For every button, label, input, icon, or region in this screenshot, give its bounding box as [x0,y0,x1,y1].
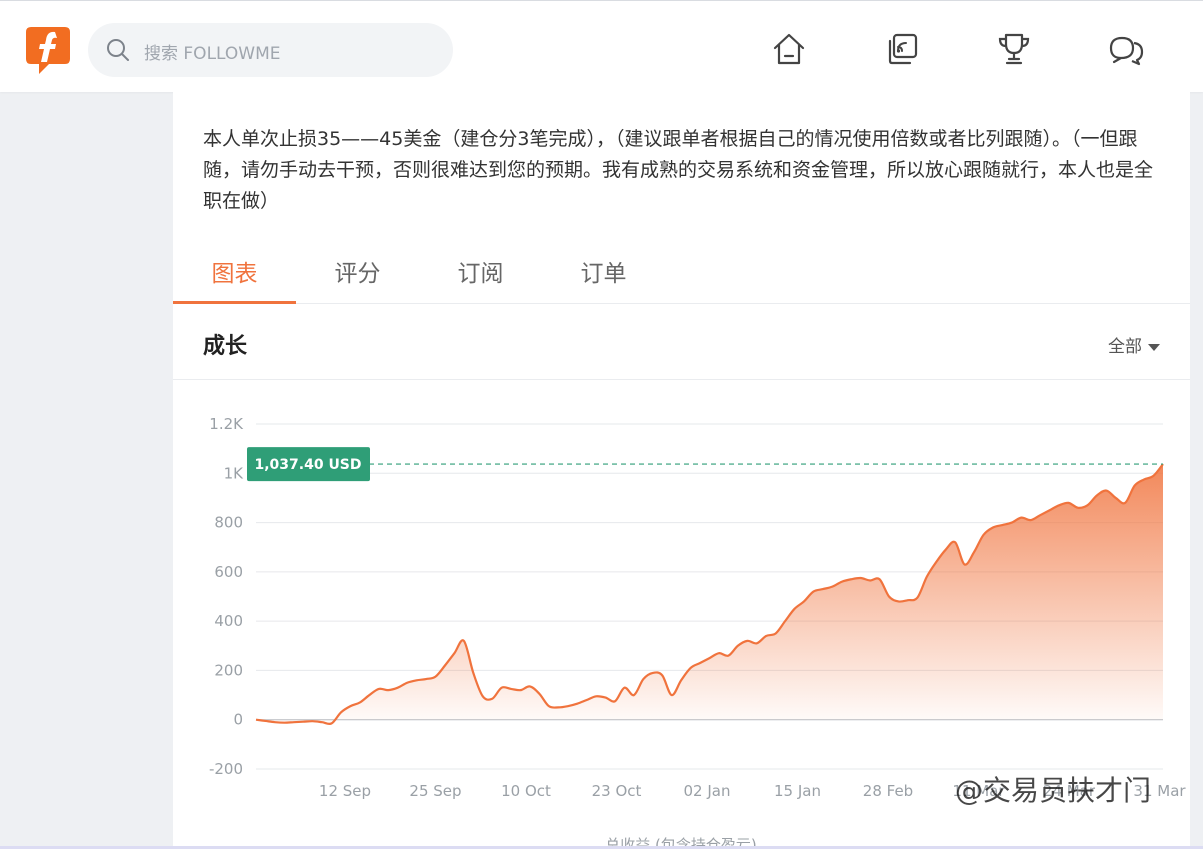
x-tick-label: 15 Jan [774,782,821,800]
x-tick-label: 28 Feb [863,782,913,800]
followme-logo[interactable] [25,24,71,76]
growth-area-fill [256,464,1163,724]
y-tick-label: 600 [214,563,243,581]
y-tick-label: 400 [214,612,243,630]
current-value-badge-text: 1,037.40 USD [254,457,361,473]
x-tick-label: 12 Sep [319,782,371,800]
trophy-icon[interactable] [996,31,1032,67]
y-tick-label: 1.2K [209,415,244,433]
x-tick-label: 25 Sep [409,782,461,800]
search-box[interactable]: 搜索 FOLLOWME [88,23,453,77]
y-tick-label: 0 [233,711,243,729]
x-tick-label: 10 Oct [501,782,551,800]
y-tick-label: -200 [209,760,243,778]
y-tick-label: 800 [214,514,243,532]
copy-trade-icon[interactable] [884,31,920,67]
chat-icon[interactable] [1108,31,1144,67]
home-icon[interactable] [771,31,807,67]
search-icon [107,39,129,61]
x-tick-label: 02 Jan [684,782,731,800]
x-tick-label: 23 Oct [592,782,642,800]
y-tick-label: 1K [224,464,245,482]
y-tick-label: 200 [214,661,243,679]
watermark-text: @交易员扶才门 [955,774,1151,807]
trader-profile-card: 本人单次止损35——45美金（建仓分3笔完成），（建议跟单者根据自己的情况使用倍… [173,92,1190,849]
search-placeholder: 搜索 FOLLOWME [144,44,281,64]
top-navigation-bar: 搜索 FOLLOWME [0,0,1203,92]
growth-chart: -200 0 200 400 600 800 1K 1.2K 12 Sep 25 Sep 10 O… [209,415,1186,849]
